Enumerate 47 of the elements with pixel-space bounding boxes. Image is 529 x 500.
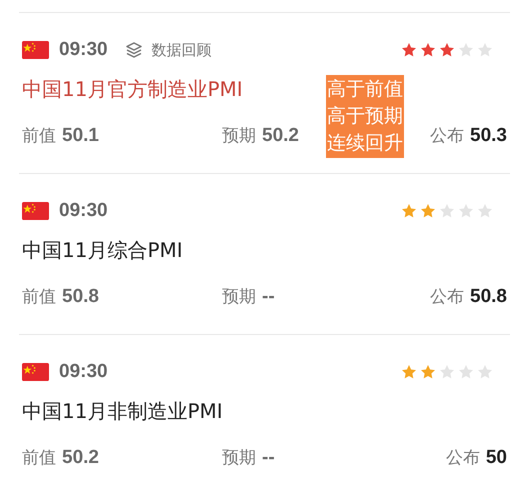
star-icon (401, 203, 417, 219)
field-value: 50.8 (62, 286, 99, 308)
field-label: 预期 (222, 125, 256, 147)
china-flag-icon (22, 363, 49, 381)
china-flag-icon (22, 41, 49, 59)
data-review-link[interactable]: 数据回顾 (124, 40, 212, 60)
star-icon (477, 203, 493, 219)
field-value: -- (262, 286, 275, 308)
field-value: 50.1 (62, 125, 99, 147)
event-time: 09:30 (59, 361, 108, 383)
layers-icon (124, 40, 144, 60)
field-value: -- (262, 447, 275, 469)
field-label: 公布 (446, 447, 480, 469)
star-icon (439, 42, 455, 58)
star-icon (420, 42, 436, 58)
star-icon (477, 42, 493, 58)
result-tag: 连续回升 (327, 130, 403, 157)
event-title[interactable]: 中国11月综合PMI (22, 237, 183, 264)
star-icon (420, 364, 436, 380)
field-label: 前值 (22, 286, 56, 308)
field-label: 预期 (222, 286, 256, 308)
star-icon (458, 364, 474, 380)
star-icon (458, 42, 474, 58)
star-icon (477, 364, 493, 380)
star-icon (439, 203, 455, 219)
field-label: 公布 (430, 125, 464, 147)
field-label: 公布 (430, 286, 464, 308)
star-icon (401, 42, 417, 58)
field-label: 前值 (22, 125, 56, 147)
star-icon (420, 203, 436, 219)
field-value: 50 (486, 447, 507, 469)
field-value: 50.8 (470, 286, 507, 308)
star-icon (458, 203, 474, 219)
result-tag: 高于前值 (327, 76, 403, 103)
event-time: 09:30 (59, 200, 108, 222)
field-label: 预期 (222, 447, 256, 469)
field-value: 50.2 (262, 125, 299, 147)
field-value: 50.3 (470, 125, 507, 147)
china-flag-icon (22, 202, 49, 220)
field-label: 前值 (22, 447, 56, 469)
star-icon (401, 364, 417, 380)
field-value: 50.2 (62, 447, 99, 469)
result-tag: 高于预期 (327, 103, 403, 130)
star-icon (439, 364, 455, 380)
event-title[interactable]: 中国11月官方制造业PMI (22, 76, 243, 103)
event-title[interactable]: 中国11月非制造业PMI (22, 398, 223, 425)
event-time: 09:30 (59, 39, 108, 61)
